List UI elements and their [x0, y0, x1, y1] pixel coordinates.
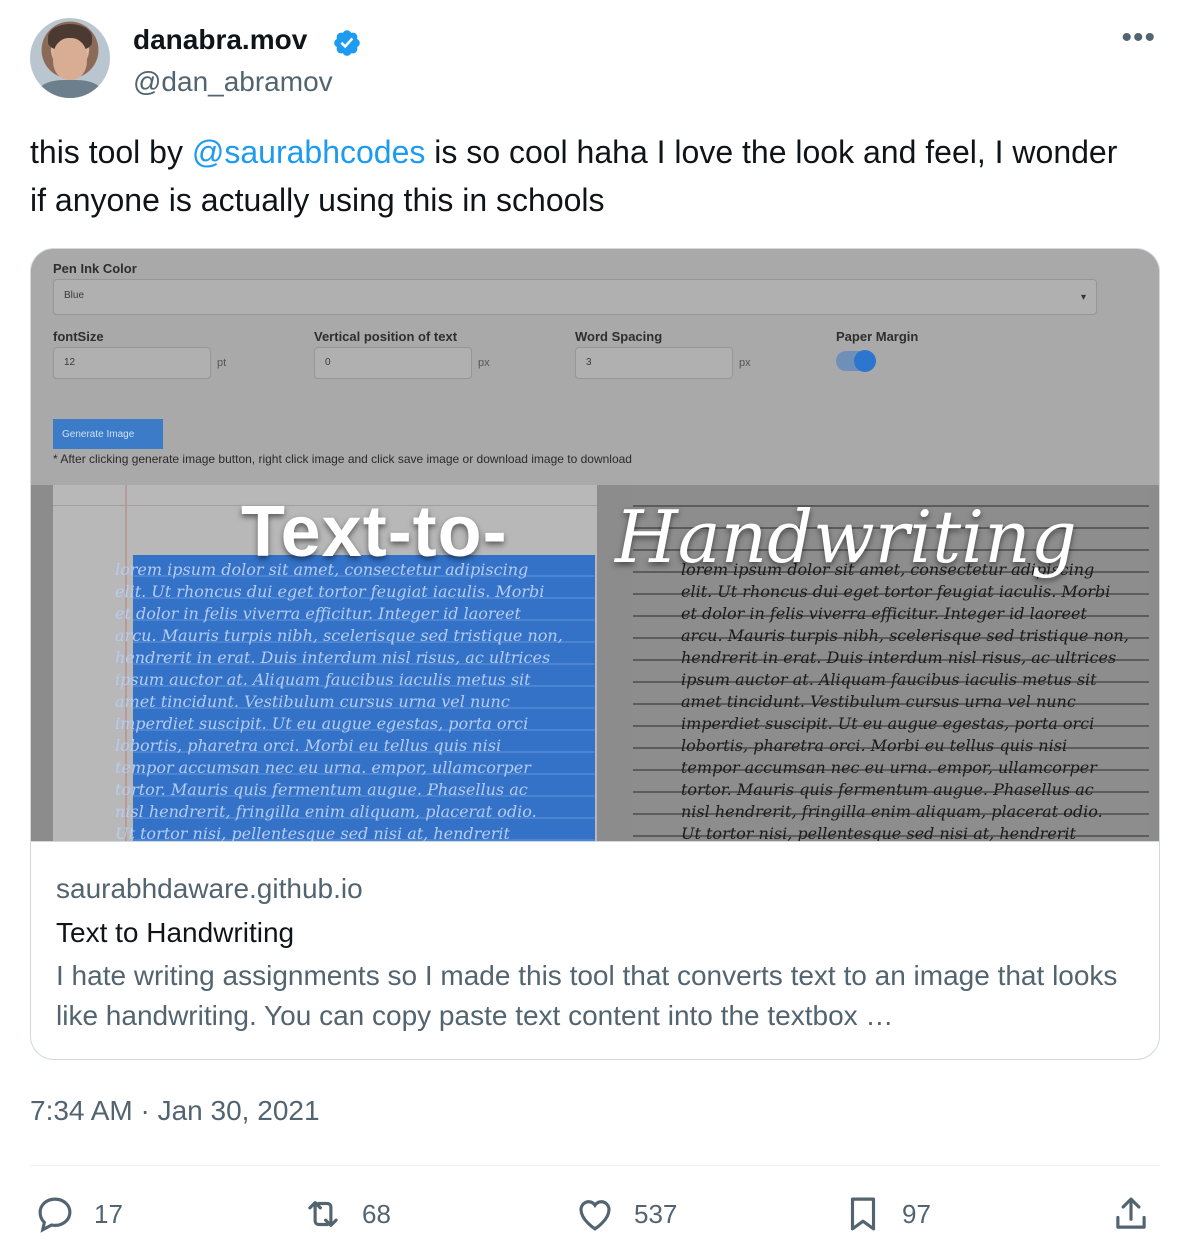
share-icon [1116, 1197, 1146, 1229]
bookmark-count: 97 [902, 1198, 931, 1229]
share-button[interactable] [1110, 1186, 1152, 1242]
display-name[interactable]: danabra.mov [133, 24, 307, 56]
word-spacing-label: Word Spacing [575, 329, 663, 344]
download-note: * After clicking generate image button, … [53, 452, 632, 466]
ink-color-select: Blue ▾ [53, 279, 1097, 315]
ink-color-value: Blue [64, 290, 85, 301]
timestamp[interactable]: 7:34 AM · Jan 30, 2021 [30, 1095, 320, 1127]
font-size-field: 12 [53, 347, 211, 379]
more-icon[interactable]: ••• [1121, 23, 1156, 53]
paper-margin-toggle [836, 350, 876, 372]
avatar-face [53, 38, 87, 80]
reply-count: 17 [94, 1198, 123, 1229]
avatar[interactable] [30, 18, 110, 98]
banner-title: Text-to- Handwriting [241, 491, 1077, 581]
banner-bold-text: Text-to- [241, 492, 508, 572]
reply-button[interactable]: 17 [34, 1186, 123, 1242]
repost-icon [308, 1201, 338, 1227]
script-text-output: lorem ipsum dolor sit amet, consectetur … [681, 560, 1129, 841]
vertical-position-label: Vertical position of text [314, 329, 458, 344]
tweet-text-before: this tool by [30, 134, 192, 170]
card-title: Text to Handwriting [56, 917, 295, 948]
like-count: 537 [634, 1198, 678, 1229]
verified-badge-icon[interactable] [332, 28, 362, 58]
script-text-input: lorem ipsum dolor sit amet, consectetur … [115, 560, 563, 841]
like-button[interactable]: 537 [574, 1186, 677, 1242]
ink-color-label: Pen Ink Color [53, 261, 137, 276]
link-card[interactable]: Pen Ink Color Blue ▾ fontSize 12 pt Vert… [30, 248, 1160, 1060]
divider [30, 1165, 1160, 1166]
chevron-down-icon: ▾ [1080, 292, 1086, 303]
tweet-text: this tool by @saurabhcodes is so cool ha… [30, 128, 1140, 224]
card-domain: saurabhdaware.github.io [56, 873, 363, 904]
repost-button[interactable]: 68 [302, 1186, 391, 1242]
paper-margin-label: Paper Margin [836, 329, 919, 344]
handle[interactable]: @dan_abramov [133, 66, 333, 98]
repost-count: 68 [362, 1198, 391, 1229]
avatar-shirt [38, 80, 102, 98]
card-body[interactable]: saurabhdaware.github.io Text to Handwrit… [31, 841, 1159, 1059]
word-spacing-field: 3 [575, 347, 733, 379]
mention-link[interactable]: @saurabhcodes [192, 134, 426, 170]
card-description: I hate writing assignments so I made thi… [56, 960, 1118, 1031]
tweet-header: danabra.mov @dan_abramov ••• [30, 18, 1160, 102]
banner-script-text: Handwriting [615, 495, 1077, 579]
bookmark-icon [850, 1197, 876, 1231]
vertical-position-field: 0 [314, 347, 472, 379]
card-image[interactable]: Pen Ink Color Blue ▾ fontSize 12 pt Vert… [31, 249, 1159, 841]
word-spacing-unit: px [739, 357, 751, 369]
like-icon [579, 1200, 611, 1231]
bookmark-button[interactable]: 97 [842, 1186, 931, 1242]
generate-image-button: Generate Image [53, 419, 163, 449]
font-size-unit: pt [217, 357, 227, 369]
font-size-label: fontSize [53, 329, 104, 344]
tool-ui-panel: Pen Ink Color Blue ▾ fontSize 12 pt Vert… [31, 249, 1159, 485]
reply-icon [38, 1197, 72, 1233]
vertical-position-unit: px [478, 357, 490, 369]
action-bar: 17 68 537 97 [30, 1186, 1160, 1246]
